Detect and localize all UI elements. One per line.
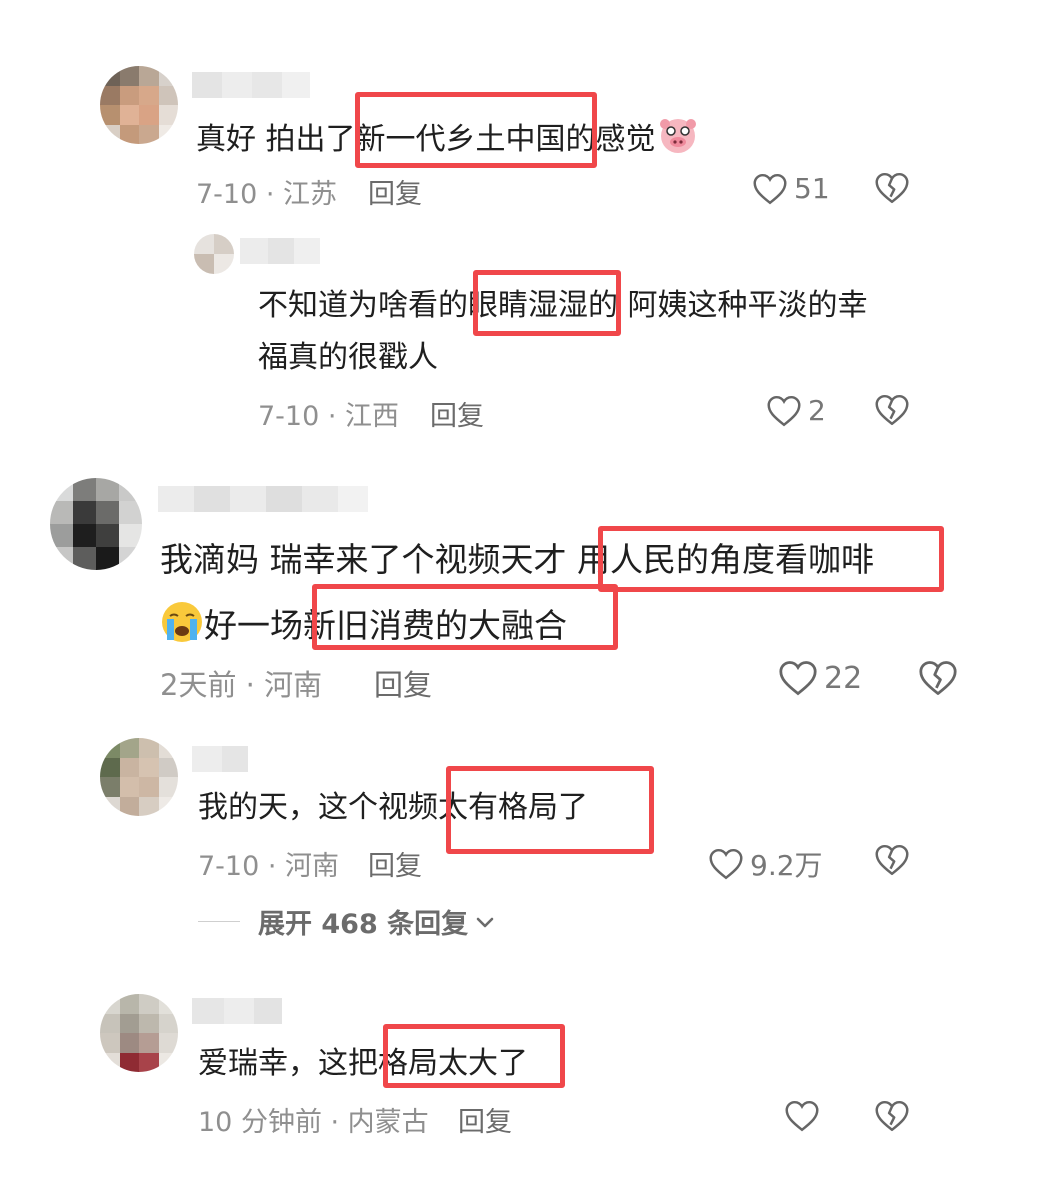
broken-heart-icon[interactable] <box>874 1100 910 1132</box>
broken-heart-icon[interactable] <box>874 844 910 876</box>
broken-heart-icon[interactable] <box>874 394 910 426</box>
like-button[interactable]: 9.2万 <box>708 844 823 884</box>
highlight-box <box>446 766 654 854</box>
avatar[interactable] <box>100 66 178 144</box>
highlight-box <box>355 92 597 168</box>
username-blurred[interactable] <box>192 746 248 772</box>
comment-date-location: 10 分钟前 · 内蒙古 <box>198 1107 429 1138</box>
pig-face-emoji <box>656 116 700 165</box>
like-button[interactable]: 2 <box>766 394 826 427</box>
avatar[interactable] <box>194 234 234 274</box>
reply-button[interactable]: 回复 <box>458 1100 512 1139</box>
like-count: 51 <box>794 172 830 205</box>
highlight-box <box>312 584 618 650</box>
reply-button[interactable]: 回复 <box>430 394 484 433</box>
comment-date-location: 2天前 · 河南 <box>160 668 323 702</box>
highlight-box <box>383 1024 565 1088</box>
divider <box>198 921 240 922</box>
chevron-down-icon <box>476 917 494 927</box>
username-blurred[interactable] <box>158 486 368 512</box>
reply-button[interactable]: 回复 <box>368 844 422 883</box>
username-blurred[interactable] <box>192 998 282 1024</box>
highlight-box <box>473 270 621 336</box>
crying-face-emoji <box>160 600 204 655</box>
comment-text-continued: 福真的很戳人 <box>258 340 438 375</box>
comment-date-location: 7-10 · 江苏 <box>196 179 338 210</box>
like-count: 9.2万 <box>750 849 823 882</box>
broken-heart-icon[interactable] <box>918 660 958 696</box>
reply-button[interactable]: 回复 <box>374 662 432 704</box>
avatar[interactable] <box>100 738 178 816</box>
like-count: 22 <box>824 660 863 696</box>
expand-replies-button[interactable]: 展开 468 条回复 <box>198 902 496 941</box>
comment-date-location: 7-10 · 江西 <box>258 401 400 432</box>
avatar[interactable] <box>50 478 142 570</box>
avatar[interactable] <box>100 994 178 1072</box>
like-button[interactable] <box>784 1100 826 1132</box>
heart-outline-icon <box>767 395 801 426</box>
like-button[interactable]: 22 <box>778 660 862 696</box>
highlight-box <box>598 526 944 592</box>
reply-button[interactable]: 回复 <box>368 172 422 211</box>
comment-date-location: 7-10 · 河南 <box>198 851 340 882</box>
broken-heart-icon[interactable] <box>874 172 910 204</box>
username-blurred[interactable] <box>192 72 310 98</box>
like-button[interactable]: 51 <box>752 172 830 205</box>
heart-outline-icon <box>779 661 817 696</box>
like-count: 2 <box>808 394 826 427</box>
heart-outline-icon <box>753 173 787 204</box>
username-blurred[interactable] <box>240 238 320 264</box>
expand-replies-label: 展开 468 条回复 <box>258 909 469 940</box>
heart-outline-icon <box>709 848 743 880</box>
heart-outline-icon <box>785 1100 819 1132</box>
